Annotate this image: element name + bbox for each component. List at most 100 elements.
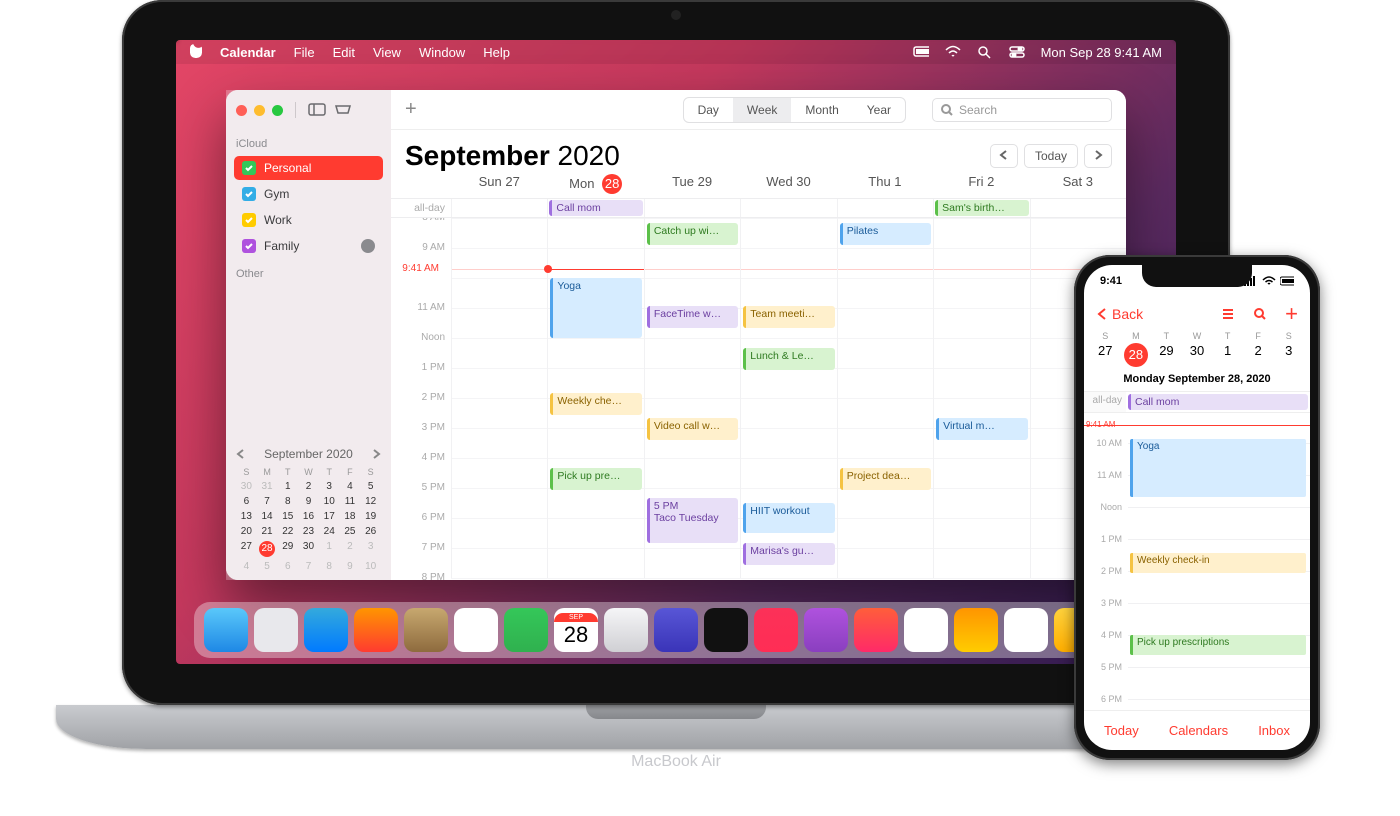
dock-app-icon[interactable] <box>354 608 398 652</box>
calendar-event[interactable]: Yoga <box>550 278 641 338</box>
calendar-event[interactable]: Pilates <box>840 223 931 245</box>
zoom-button[interactable] <box>272 105 283 116</box>
back-button[interactable]: Back <box>1096 306 1143 322</box>
iphone-date-today[interactable]: 28 <box>1124 343 1148 367</box>
calendar-event[interactable]: 5 PMTaco Tuesday <box>647 498 738 543</box>
view-year[interactable]: Year <box>853 98 905 122</box>
day-column[interactable] <box>451 218 547 578</box>
menubar-clock[interactable]: Mon Sep 28 9:41 AM <box>1041 45 1162 60</box>
iphone-inbox-button[interactable]: Inbox <box>1258 723 1290 738</box>
iphone-event[interactable]: Pick up prescriptions <box>1130 635 1306 655</box>
calendar-event[interactable]: Video call w… <box>647 418 738 440</box>
menu-view[interactable]: View <box>373 45 401 60</box>
calendar-event[interactable]: FaceTime w… <box>647 306 738 328</box>
iphone-date-row[interactable]: 27282930123 <box>1084 341 1310 373</box>
iphone-date[interactable]: 1 <box>1212 343 1243 367</box>
macbook-device: Calendar File Edit View Window Help Mon … <box>122 0 1230 771</box>
day-column[interactable]: Team meeti… Lunch & Le… HIIT workout Marisa… <box>740 218 836 578</box>
day-column[interactable]: Yoga Weekly che… Pick up pre… <box>547 218 643 578</box>
sidebar-item-family[interactable]: Family <box>234 234 383 258</box>
iphone-date[interactable]: 27 <box>1090 343 1121 367</box>
add-event-button[interactable]: + <box>405 98 417 121</box>
apple-logo-icon[interactable] <box>190 44 202 61</box>
event-allday[interactable]: Sam's birth… <box>935 200 1028 216</box>
dock-app-icon[interactable] <box>954 608 998 652</box>
iphone-event[interactable]: Weekly check-in <box>1130 553 1306 573</box>
dock-app-icon[interactable] <box>1004 608 1048 652</box>
add-event-button[interactable]: + <box>1285 307 1298 321</box>
next-week-button[interactable] <box>1084 144 1112 168</box>
battery-icon[interactable] <box>913 45 929 59</box>
week-grid[interactable]: 8 AM9 AM11 AMNoon1 PM2 PM3 PM4 PM5 PM6 P… <box>391 218 1126 580</box>
sidebar-toggle-icon[interactable] <box>308 103 326 117</box>
dock-app-icon[interactable] <box>804 608 848 652</box>
menu-help[interactable]: Help <box>483 45 510 60</box>
view-segmented-control[interactable]: DayWeekMonthYear <box>683 97 906 123</box>
calendar-event[interactable]: Catch up wi… <box>647 223 738 245</box>
calendar-event[interactable]: Project dea… <box>840 468 931 490</box>
prev-week-button[interactable] <box>990 144 1018 168</box>
dock-calendar-icon[interactable]: SEP28 <box>554 608 598 652</box>
inbox-icon[interactable] <box>334 103 352 117</box>
day-column[interactable]: Catch up wi… FaceTime w… Video call w… 5 PM… <box>644 218 740 578</box>
camera-icon <box>671 10 681 20</box>
dock-app-icon[interactable] <box>454 608 498 652</box>
control-center-icon[interactable] <box>1009 45 1025 59</box>
today-button[interactable]: Today <box>1024 144 1078 168</box>
calendar-event[interactable]: Weekly che… <box>550 393 641 415</box>
iphone-event[interactable]: Yoga <box>1130 439 1306 497</box>
view-week[interactable]: Week <box>733 98 791 122</box>
sidebar-item-work[interactable]: Work <box>234 208 383 232</box>
dock-app-icon[interactable] <box>404 608 448 652</box>
mini-next-icon[interactable] <box>371 449 381 459</box>
dock-app-icon[interactable] <box>204 608 248 652</box>
minimize-button[interactable] <box>254 105 265 116</box>
menu-edit[interactable]: Edit <box>333 45 355 60</box>
mini-calendar[interactable]: September 2020 SMTWTFS303112345678910111… <box>226 437 391 580</box>
calendar-event[interactable]: Pick up pre… <box>550 468 641 490</box>
calendar-event[interactable]: Marisa's gu… <box>743 543 834 565</box>
macos-dock[interactable]: SEP28 <box>194 602 1158 658</box>
allday-row: all-dayCall momSam's birth… <box>391 198 1126 218</box>
sidebar-item-personal[interactable]: Personal <box>234 156 383 180</box>
dock-app-icon[interactable] <box>654 608 698 652</box>
spotlight-icon[interactable] <box>977 45 993 59</box>
iphone-date[interactable]: 3 <box>1273 343 1304 367</box>
search-icon[interactable] <box>1253 307 1267 321</box>
menu-window[interactable]: Window <box>419 45 465 60</box>
mini-prev-icon[interactable] <box>236 449 246 459</box>
view-day[interactable]: Day <box>684 98 733 122</box>
view-month[interactable]: Month <box>791 98 852 122</box>
iphone-date[interactable]: 2 <box>1243 343 1274 367</box>
calendar-event[interactable]: HIIT workout <box>743 503 834 533</box>
menubar-app-name[interactable]: Calendar <box>220 45 276 60</box>
iphone-calendars-button[interactable]: Calendars <box>1169 723 1228 738</box>
dock-app-icon[interactable] <box>604 608 648 652</box>
iphone-date[interactable]: 30 <box>1182 343 1213 367</box>
day-column[interactable]: Pilates Project dea… <box>837 218 933 578</box>
dock-app-icon[interactable] <box>254 608 298 652</box>
wifi-icon[interactable] <box>945 45 961 59</box>
menu-file[interactable]: File <box>294 45 315 60</box>
iphone-date[interactable]: 29 <box>1151 343 1182 367</box>
calendar-event[interactable]: Team meeti… <box>743 306 834 328</box>
calendar-event[interactable]: Lunch & Le… <box>743 348 834 370</box>
search-input[interactable]: Search <box>932 98 1112 122</box>
iphone-day-grid[interactable]: 9:41 AM10 AM11 AMNoon1 PM2 PM3 PM4 PM5 P… <box>1084 413 1310 710</box>
iphone-today-button[interactable]: Today <box>1104 723 1139 738</box>
dock-app-icon[interactable] <box>904 608 948 652</box>
dock-app-icon[interactable] <box>504 608 548 652</box>
dock-app-icon[interactable] <box>304 608 348 652</box>
close-button[interactable] <box>236 105 247 116</box>
calendar-event[interactable]: Virtual m… <box>936 418 1027 440</box>
dock-app-icon[interactable] <box>854 608 898 652</box>
wifi-icon <box>1262 276 1276 286</box>
day-column[interactable]: Virtual m… <box>933 218 1029 578</box>
sidebar-item-gym[interactable]: Gym <box>234 182 383 206</box>
event-allday[interactable]: Call mom <box>549 200 642 216</box>
checkbox-icon <box>242 239 256 253</box>
dock-app-icon[interactable] <box>704 608 748 652</box>
list-view-icon[interactable] <box>1221 307 1235 321</box>
event-allday[interactable]: Call mom <box>1128 394 1308 410</box>
dock-app-icon[interactable] <box>754 608 798 652</box>
